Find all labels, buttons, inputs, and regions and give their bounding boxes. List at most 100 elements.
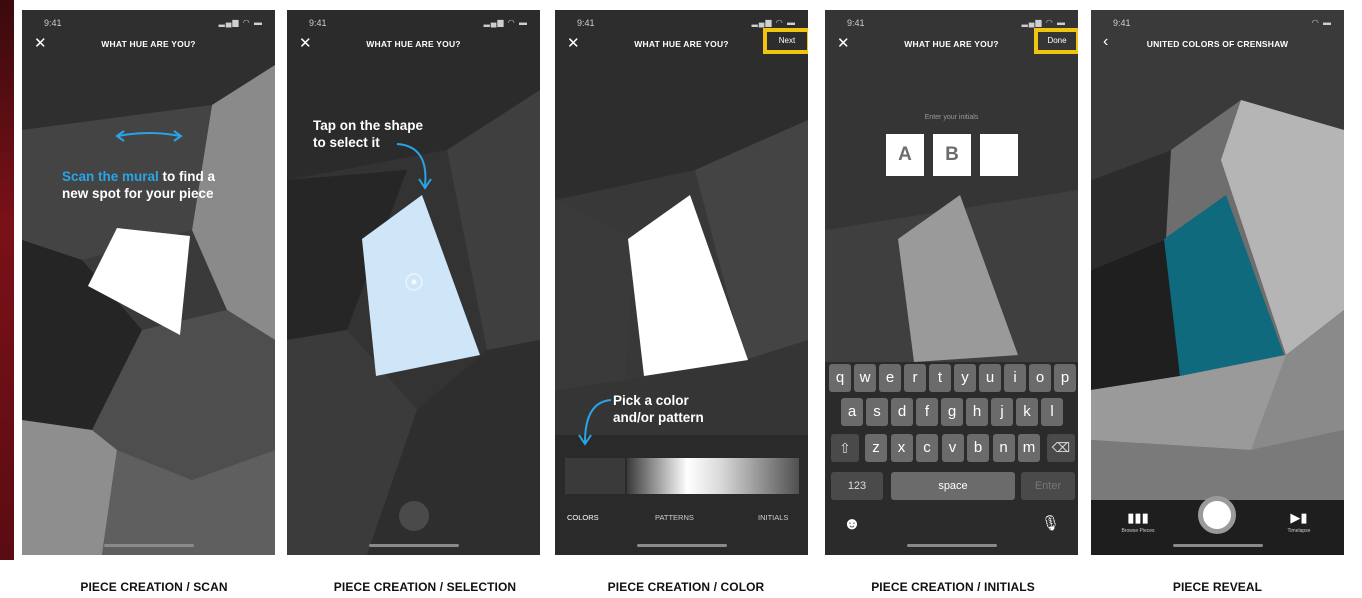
key-l[interactable]: l xyxy=(1041,398,1063,426)
phone-screen-scan: 9:41 ▂▄▆ ◠ ▬ ✕ WHAT HUE ARE YOU? Scan th… xyxy=(22,10,275,555)
key-r[interactable]: r xyxy=(904,364,926,392)
key-k[interactable]: k xyxy=(1016,398,1038,426)
mural-background xyxy=(22,10,275,555)
caption-selection: PIECE CREATION / SELECTION xyxy=(333,580,517,594)
scan-arrows-icon xyxy=(115,130,183,142)
status-time: 9:41 xyxy=(44,18,62,28)
key-y[interactable]: y xyxy=(954,364,976,392)
color-swatch-gradient xyxy=(627,458,799,494)
backspace-key-icon[interactable]: ⌫ xyxy=(1047,434,1075,462)
mural-background xyxy=(555,10,808,555)
initials-prompt: Enter your initials xyxy=(924,114,979,121)
instruction-line2: new spot for your piece xyxy=(62,186,214,201)
initial-box-2[interactable]: B xyxy=(933,134,971,176)
status-time: 9:41 xyxy=(1113,18,1131,28)
timelapse-label: Timelapse xyxy=(1287,528,1311,534)
background-mural-edge xyxy=(0,0,14,560)
mural-background xyxy=(1091,10,1344,555)
nav-bar: ✕ WHAT HUE ARE YOU? Next xyxy=(555,28,808,56)
key-x[interactable]: x xyxy=(890,434,913,462)
gallery-icon: ▮▮▮ xyxy=(1127,510,1149,525)
initial-box-3[interactable] xyxy=(980,134,1018,176)
home-indicator xyxy=(368,544,459,547)
numbers-key[interactable]: 123 xyxy=(831,472,883,500)
page-title: WHAT HUE ARE YOU? xyxy=(366,39,461,49)
key-q[interactable]: q xyxy=(829,364,851,392)
nav-bar: ✕ WHAT HUE ARE YOU? Done xyxy=(825,28,1078,56)
instruction-text: Scan the mural to find a new spot for yo… xyxy=(62,168,215,202)
phone-screen-reveal: 9:41 ◠ ▬ ‹ UNITED COLORS OF CRENSHAW ▮▮▮… xyxy=(1091,10,1344,555)
capture-button[interactable] xyxy=(1198,496,1236,534)
curved-arrow-icon xyxy=(396,143,432,190)
home-indicator xyxy=(906,544,997,547)
curved-arrow-icon xyxy=(578,399,612,446)
done-button[interactable]: Done xyxy=(1034,28,1078,54)
key-i[interactable]: i xyxy=(1004,364,1026,392)
key-f[interactable]: f xyxy=(916,398,938,426)
key-c[interactable]: c xyxy=(916,434,938,462)
tab-patterns[interactable]: PATTERNS xyxy=(655,513,694,522)
signal-wifi-battery-icon: ▂▄▆ ◠ ▬ xyxy=(751,18,796,27)
phone-screen-initials: 9:41 ▂▄▆ ◠ ▬ ✕ WHAT HUE ARE YOU? Done En… xyxy=(825,10,1078,555)
home-indicator xyxy=(636,544,727,547)
keyboard-row-2: asdfghjkl xyxy=(825,398,1078,426)
status-time: 9:41 xyxy=(847,18,865,28)
keyboard-row-3: ⇧ ⌫ zxcvbnm xyxy=(825,434,1078,462)
key-e[interactable]: e xyxy=(879,364,901,392)
video-camera-icon: ▶▮ xyxy=(1290,510,1308,525)
status-time: 9:41 xyxy=(309,18,327,28)
browse-pieces-button[interactable]: ▮▮▮ Browse Pieces xyxy=(1113,510,1163,534)
status-time: 9:41 xyxy=(577,18,595,28)
instruction-text: Pick a color and/or pattern xyxy=(613,392,704,426)
tab-colors[interactable]: COLORS xyxy=(567,513,599,522)
signal-wifi-battery-icon: ◠ ▬ xyxy=(1311,18,1332,27)
instruction-line2: and/or pattern xyxy=(613,410,704,425)
key-v[interactable]: v xyxy=(941,434,964,462)
tab-initials[interactable]: INITIALS xyxy=(758,513,788,522)
nav-bar: ✕ WHAT HUE ARE YOU? xyxy=(287,34,540,56)
page-title: WHAT HUE ARE YOU? xyxy=(101,39,196,49)
key-w[interactable]: w xyxy=(854,364,876,392)
emoji-icon[interactable]: ☻ xyxy=(843,514,861,534)
key-p[interactable]: p xyxy=(1054,364,1076,392)
enter-key[interactable]: Enter xyxy=(1021,472,1075,500)
status-bar: 9:41 ▂▄▆ ◠ ▬ xyxy=(22,16,275,30)
phone-screen-color: 9:41 ▂▄▆ ◠ ▬ ✕ WHAT HUE ARE YOU? Next Pi… xyxy=(555,10,808,555)
next-button[interactable]: Next xyxy=(763,28,808,54)
mural-background xyxy=(287,10,540,555)
instruction-rest: to find a xyxy=(158,169,216,184)
key-s[interactable]: s xyxy=(866,398,888,426)
phone-screen-selection: 9:41 ▂▄▆ ◠ ▬ ✕ WHAT HUE ARE YOU? Tap on … xyxy=(287,10,540,555)
caption-color: PIECE CREATION / COLOR xyxy=(607,580,765,594)
microphone-icon[interactable]: 🎙 xyxy=(1041,514,1060,532)
key-a[interactable]: a xyxy=(841,398,863,426)
key-u[interactable]: u xyxy=(979,364,1001,392)
key-b[interactable]: b xyxy=(967,434,989,462)
shift-key-icon[interactable]: ⇧ xyxy=(831,434,859,462)
caption-reveal: PIECE REVEAL xyxy=(1172,580,1263,594)
status-bar: 9:41 ▂▄▆ ◠ ▬ xyxy=(287,16,540,30)
initial-box-1[interactable]: A xyxy=(886,134,924,176)
key-h[interactable]: h xyxy=(966,398,988,426)
space-key[interactable]: space xyxy=(891,472,1015,500)
key-o[interactable]: o xyxy=(1029,364,1051,392)
page-title: UNITED COLORS OF CRENSHAW xyxy=(1146,39,1289,49)
timelapse-button[interactable]: ▶▮ Timelapse xyxy=(1277,510,1321,534)
instruction-line1: Pick a color xyxy=(613,393,689,408)
keyboard-row-1: qwertyuiop xyxy=(825,364,1078,392)
key-j[interactable]: j xyxy=(991,398,1013,426)
caption-initials: PIECE CREATION / INITIALS xyxy=(871,580,1035,594)
key-z[interactable]: z xyxy=(865,434,887,462)
signal-wifi-battery-icon: ▂▄▆ ◠ ▬ xyxy=(1021,18,1066,27)
instruction-line2: to select it xyxy=(313,135,380,150)
browse-pieces-label: Browse Pieces xyxy=(1121,528,1155,534)
key-m[interactable]: m xyxy=(1018,434,1040,462)
keyboard: qwertyuiop asdfghjkl ⇧ ⌫ zxcvbnm 123 spa… xyxy=(825,362,1078,555)
key-n[interactable]: n xyxy=(992,434,1015,462)
nav-bar: ‹ UNITED COLORS OF CRENSHAW xyxy=(1091,34,1344,56)
key-t[interactable]: t xyxy=(929,364,951,392)
key-d[interactable]: d xyxy=(891,398,913,426)
signal-wifi-battery-icon: ▂▄▆ ◠ ▬ xyxy=(483,18,528,27)
key-g[interactable]: g xyxy=(941,398,963,426)
signal-wifi-battery-icon: ▂▄▆ ◠ ▬ xyxy=(218,18,263,27)
